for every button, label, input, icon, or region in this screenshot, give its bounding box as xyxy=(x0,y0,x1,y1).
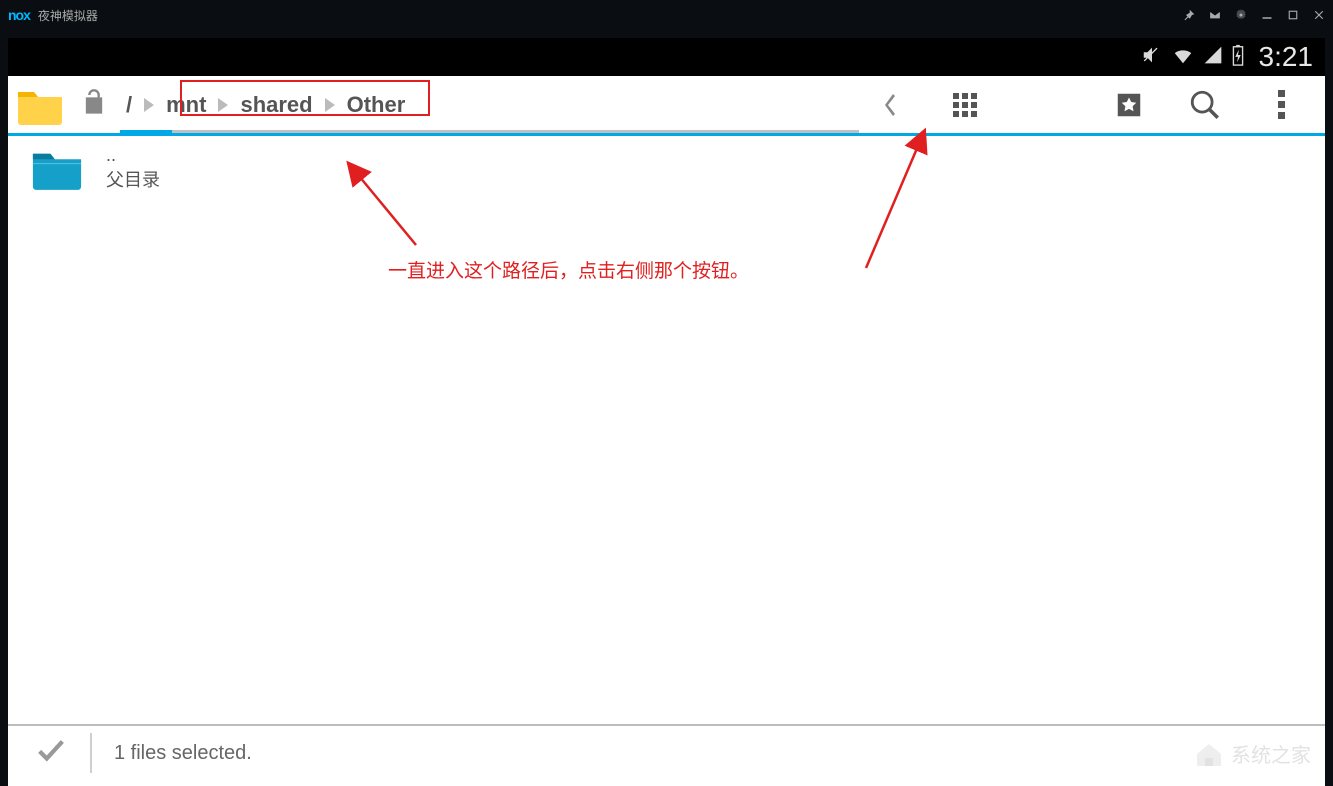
app-toolbar: / mnt shared Other xyxy=(8,76,1325,136)
signal-icon xyxy=(1203,45,1223,70)
breadcrumb-seg-mnt[interactable]: mnt xyxy=(160,92,212,118)
unlock-icon[interactable] xyxy=(80,88,108,121)
grid-icon xyxy=(953,93,977,117)
settings-gear-icon[interactable] xyxy=(1235,9,1247,21)
chevron-right-icon xyxy=(144,98,154,112)
maximize-icon[interactable] xyxy=(1287,9,1299,21)
home-folder-button[interactable] xyxy=(12,80,68,130)
chevron-right-icon xyxy=(218,98,228,112)
pin-icon[interactable] xyxy=(1183,9,1195,21)
chevron-right-icon xyxy=(325,98,335,112)
breadcrumb[interactable]: / mnt shared Other xyxy=(120,76,859,133)
annotation-text: 一直进入这个路径后，点击右侧那个按钮。 xyxy=(388,256,749,283)
bookmark-button[interactable] xyxy=(1105,81,1153,129)
more-vertical-icon xyxy=(1278,90,1285,119)
mute-icon xyxy=(1141,44,1163,71)
back-button[interactable] xyxy=(865,81,913,129)
watermark: 系统之家 xyxy=(1193,739,1311,768)
status-clock: 3:21 xyxy=(1259,41,1314,73)
nox-titlebar: nox 夜神模拟器 xyxy=(0,0,1333,30)
nox-logo: nox xyxy=(8,7,30,23)
status-bar: 1 files selected. xyxy=(8,724,1325,780)
folder-icon xyxy=(28,145,86,191)
minimize-icon[interactable] xyxy=(1261,9,1273,21)
file-list[interactable]: .. 父目录 xyxy=(8,136,1325,724)
breadcrumb-root[interactable]: / xyxy=(120,92,138,118)
search-button[interactable] xyxy=(1181,81,1229,129)
android-status-bar: 3:21 xyxy=(8,38,1325,76)
grid-view-button[interactable] xyxy=(941,81,989,129)
breadcrumb-seg-shared[interactable]: shared xyxy=(234,92,318,118)
emulator-screen: 3:21 / mnt shared Other xyxy=(8,38,1325,786)
parent-folder-row[interactable]: .. 父目录 xyxy=(8,136,1325,200)
nox-title: 夜神模拟器 xyxy=(38,7,98,24)
breadcrumb-seg-other[interactable]: Other xyxy=(341,92,412,118)
mail-icon[interactable] xyxy=(1209,9,1221,21)
status-text: 1 files selected. xyxy=(114,742,252,765)
more-menu-button[interactable] xyxy=(1257,81,1305,129)
wifi-icon xyxy=(1171,44,1195,71)
file-name: .. xyxy=(106,145,160,166)
battery-icon xyxy=(1231,44,1245,71)
file-sublabel: 父目录 xyxy=(106,166,160,192)
close-icon[interactable] xyxy=(1313,9,1325,21)
check-icon[interactable] xyxy=(34,733,68,773)
